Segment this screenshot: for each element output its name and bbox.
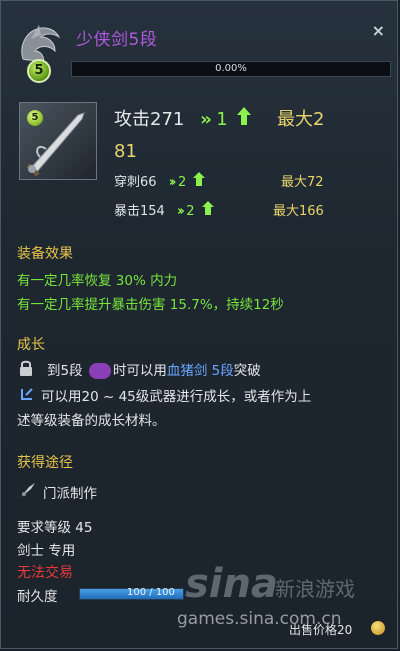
item-title: 少侠剑5段	[76, 30, 158, 50]
effect-line: 有一定几率提升暴击伤害 15.7%，持续12秒	[17, 297, 284, 313]
required-level: 要求等级 45	[17, 520, 93, 536]
watermark-url: games.sina.com.cn	[177, 609, 342, 629]
double-chevron-icon: ››	[168, 175, 177, 190]
close-icon[interactable]: ×	[372, 21, 385, 40]
source-title: 获得途径	[17, 455, 73, 471]
level-badge: 5	[27, 59, 51, 83]
pierce-max: 最大72	[281, 175, 324, 190]
lock-icon	[19, 360, 33, 380]
growth-material-line: 述等级装备的成长材料。	[17, 413, 166, 429]
watermark-brand-cn: 新浪游戏	[275, 577, 355, 601]
double-chevron-icon: ››	[176, 204, 185, 219]
growth-condition-text: 时可以用	[112, 363, 167, 379]
coin-icon	[371, 621, 385, 635]
item-tooltip-panel: 5 少侠剑5段 × 0.00% 5 攻击271 ›› 1 最大2 81 穿刺66…	[0, 0, 398, 649]
crit-stat: 暴击154 ›› 2	[114, 200, 214, 219]
breakthrough-item-link[interactable]: 血猪剑 5段	[167, 363, 234, 379]
crit-gain: 2	[186, 204, 195, 219]
experience-text: 0.00%	[215, 63, 247, 74]
attack-gain: 1	[216, 109, 228, 130]
growth-breakthrough-text: 突破	[233, 363, 261, 379]
trade-restriction: 无法交易	[17, 565, 73, 581]
class-restriction: 剑士 专用	[17, 543, 76, 559]
durability-text: 100 / 100	[127, 587, 175, 598]
growth-material-line: 可以用20 ~ 45级武器进行成长，或者作为上	[41, 389, 312, 405]
pierce-label: 穿刺66	[114, 175, 157, 190]
effect-line: 有一定几率恢复 30% 内力	[17, 273, 178, 289]
experience-bar: 0.00%	[71, 61, 391, 77]
pierce-gain: 2	[177, 175, 187, 190]
crit-max: 最大166	[273, 204, 324, 219]
source-item: 门派制作	[43, 486, 97, 502]
attack-label: 攻击271	[114, 109, 185, 130]
attack-max: 最大2	[277, 109, 325, 130]
crafting-icon	[19, 481, 37, 503]
double-chevron-icon: ››	[200, 109, 213, 130]
growth-breakthrough-line: 到5段 时可以用血猪剑 5段突破	[47, 359, 261, 379]
durability-label: 耐久度	[17, 589, 58, 605]
growth-title: 成长	[17, 337, 45, 353]
growth-material-icon	[20, 386, 34, 405]
crit-label: 暴击154	[114, 204, 165, 219]
watermark-brand: sina	[185, 561, 278, 607]
up-arrow-icon	[237, 107, 252, 130]
growth-stage-text: 到5段	[47, 363, 83, 379]
attack-stat: 攻击271 ›› 1	[114, 105, 252, 131]
attack-max-continued: 81	[114, 141, 137, 162]
up-arrow-icon	[201, 201, 214, 219]
pierce-stat: 穿刺66 ›› 2	[114, 171, 206, 190]
up-arrow-icon	[193, 172, 206, 190]
max-grade-icon	[88, 363, 111, 379]
effects-title: 装备效果	[17, 246, 73, 262]
item-grade-badge: 5	[27, 110, 43, 126]
